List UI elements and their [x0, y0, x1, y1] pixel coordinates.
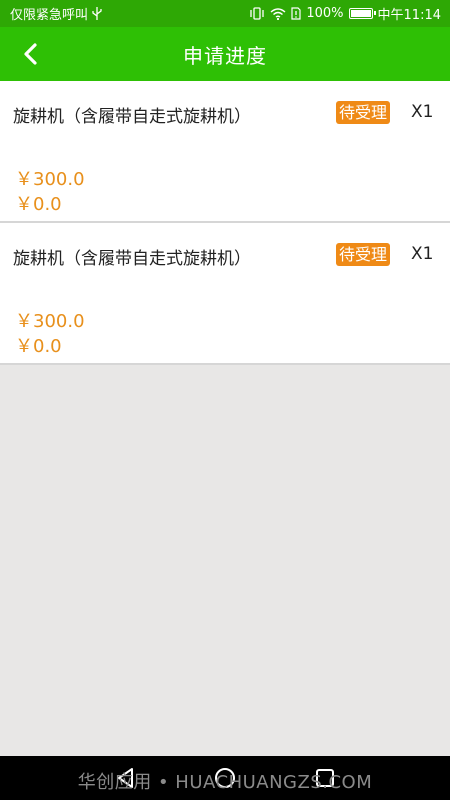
wifi-icon — [270, 7, 286, 20]
battery-percent: 100% — [306, 6, 344, 21]
quantity: X1 — [411, 244, 434, 264]
subsidy-amount: ￥0.0 — [15, 336, 62, 357]
application-card[interactable]: 旋耕机（含履带自走式旋耕机） 待受理 X1 ￥300.0 ￥0.0 — [0, 223, 450, 365]
status-bar: 仅限紧急呼叫 100% 中午11:14 — [0, 0, 450, 27]
status-badge: 待受理 — [336, 101, 391, 124]
system-nav-bar — [0, 756, 450, 800]
subsidy-amount: ￥0.0 — [15, 194, 62, 215]
quantity: X1 — [411, 102, 434, 122]
app-bar: 申请进度 — [0, 27, 450, 81]
application-list: 旋耕机（含履带自走式旋耕机） 待受理 X1 ￥300.0 ￥0.0 旋耕机（含履… — [0, 81, 450, 365]
price: ￥300.0 — [15, 311, 85, 332]
vibrate-icon — [249, 7, 265, 20]
price: ￥300.0 — [15, 169, 85, 190]
usb-icon — [92, 7, 102, 20]
sim-icon — [291, 7, 301, 20]
status-time: 中午11:14 — [377, 8, 441, 23]
back-button[interactable] — [10, 27, 50, 81]
status-left: 仅限紧急呼叫 — [10, 4, 249, 23]
page-title: 申请进度 — [183, 43, 267, 68]
status-emergency-text: 仅限紧急呼叫 — [10, 8, 89, 23]
machine-name: 旋耕机（含履带自走式旋耕机） — [13, 107, 251, 127]
chevron-left-icon — [24, 43, 37, 65]
status-right: 100% 中午11:14 — [249, 4, 441, 23]
recents-square-icon[interactable] — [313, 766, 337, 790]
status-badge: 待受理 — [336, 243, 391, 266]
home-circle-icon[interactable] — [213, 766, 237, 790]
machine-name: 旋耕机（含履带自走式旋耕机） — [13, 249, 251, 269]
back-triangle-icon[interactable] — [114, 766, 138, 790]
application-card[interactable]: 旋耕机（含履带自走式旋耕机） 待受理 X1 ￥300.0 ￥0.0 — [0, 81, 450, 223]
battery-icon — [348, 8, 376, 19]
